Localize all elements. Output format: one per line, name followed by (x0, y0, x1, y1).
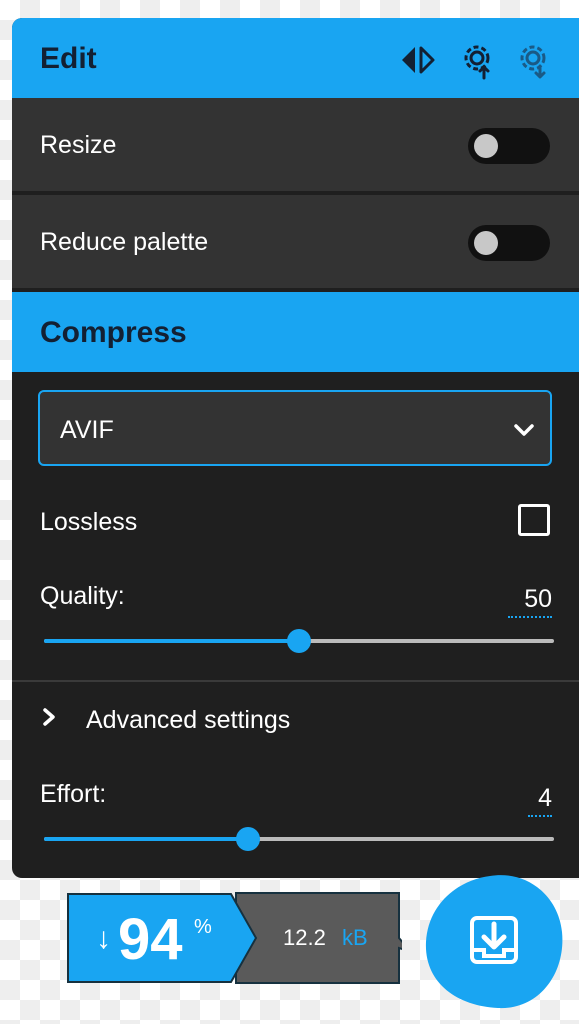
lossless-label: Lossless (40, 508, 138, 536)
options-panel: Edit Resize Reduce palette Compress AVIF… (12, 18, 579, 878)
effort-slider-thumb[interactable] (236, 827, 260, 851)
compress-title: Compress (40, 316, 187, 349)
quality-slider-fill (44, 639, 299, 643)
reduce-palette-toggle-knob (474, 231, 498, 255)
effort-label: Effort: (40, 780, 107, 808)
compare-arrows-icon[interactable] (398, 40, 438, 80)
percent-sign: % (194, 916, 212, 938)
file-size-value: 12.2 (283, 925, 326, 950)
quality-slider[interactable] (44, 626, 554, 656)
resize-label: Resize (40, 131, 117, 159)
format-select-value: AVIF (60, 416, 114, 444)
file-size-unit: kB (342, 925, 368, 950)
quality-slider-thumb[interactable] (287, 629, 311, 653)
compress-header: Compress (12, 292, 579, 372)
effort-slider-fill (44, 837, 248, 841)
effort-value-input[interactable]: 4 (528, 784, 552, 817)
chevron-right-icon (43, 708, 55, 726)
section-divider (12, 680, 579, 682)
export-settings-icon[interactable] (513, 40, 553, 80)
import-settings-icon[interactable] (457, 40, 497, 80)
format-select[interactable]: AVIF (38, 390, 552, 466)
result-stats: ↓ 94 % 12.2 kB (66, 892, 402, 984)
quality-label: Quality: (40, 582, 125, 610)
edit-title: Edit (40, 42, 97, 75)
resize-row: Resize (12, 98, 579, 193)
download-button[interactable] (420, 872, 566, 1012)
resize-toggle[interactable] (468, 128, 550, 164)
quality-value-input[interactable]: 50 (508, 585, 552, 618)
lossless-checkbox[interactable] (518, 504, 550, 536)
resize-toggle-knob (474, 134, 498, 158)
advanced-settings-toggle[interactable]: Advanced settings (12, 698, 579, 742)
percent-value: 94 (118, 907, 183, 972)
download-icon (470, 916, 518, 964)
reduce-palette-label: Reduce palette (40, 228, 209, 256)
reduce-palette-row: Reduce palette (12, 195, 579, 290)
reduce-palette-toggle[interactable] (468, 225, 550, 261)
edit-header: Edit (12, 18, 579, 98)
advanced-settings-label: Advanced settings (86, 706, 291, 734)
down-arrow-icon: ↓ (96, 922, 111, 955)
chevron-down-icon (514, 424, 534, 436)
effort-slider[interactable] (44, 824, 554, 854)
